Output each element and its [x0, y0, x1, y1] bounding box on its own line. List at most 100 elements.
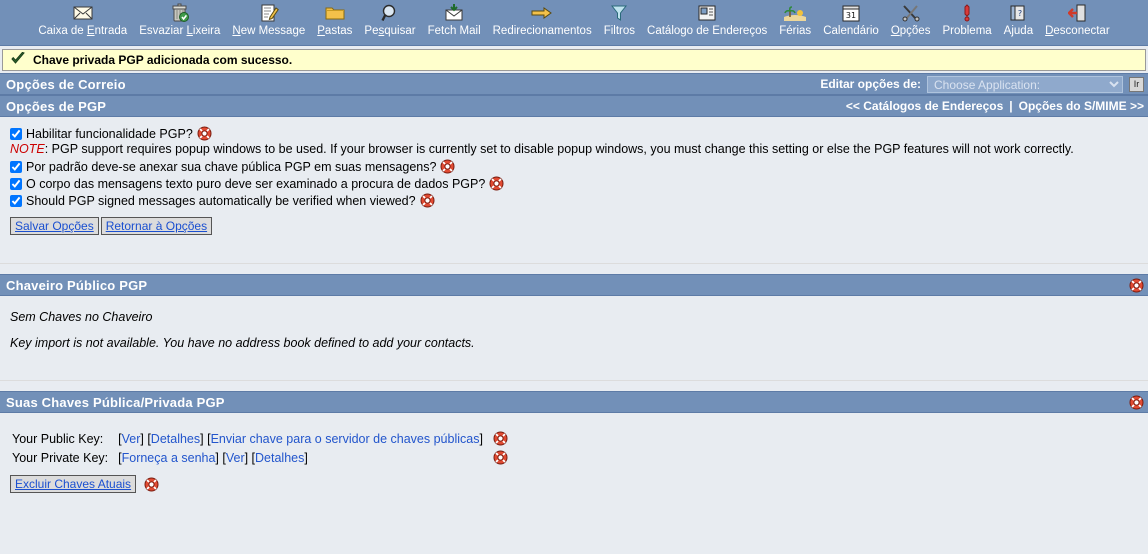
toolbar-item-new-message[interactable]: New Message: [226, 2, 311, 38]
main-toolbar: Caixa de Entrada Esvaziar Lixeira New Me…: [0, 0, 1148, 46]
option-scan-body[interactable]: O corpo das mensagens texto puro deve se…: [0, 175, 1148, 192]
no-keys-text: Sem Chaves no Chaveiro: [10, 310, 153, 324]
delete-keys-row: Excluir Chaves Atuais: [0, 467, 1148, 497]
public-key-links: [Ver] [Detalhes] [Enviar chave para o se…: [118, 431, 483, 446]
toolbar-label: Caixa de Entrada: [38, 25, 128, 37]
private-key-links: [Forneça a senha] [Ver] [Detalhes]: [118, 450, 308, 465]
option-label[interactable]: Habilitar funcionalidade PGP?: [26, 127, 193, 141]
help-icon[interactable]: [440, 159, 455, 174]
page-title: Opções de Correio: [6, 76, 126, 92]
help-icon[interactable]: [1129, 395, 1144, 410]
funnel-icon: [606, 2, 632, 24]
nav-link-smime-options[interactable]: Opções do S/MIME >>: [1019, 99, 1144, 113]
compose-icon: [256, 2, 282, 24]
help-icon[interactable]: [493, 431, 508, 446]
arrow-right-icon: [529, 2, 555, 24]
nav-link-address-books[interactable]: << Catálogos de Endereços: [846, 99, 1003, 113]
option-verify-signed[interactable]: Should PGP signed messages automatically…: [0, 192, 1148, 209]
private-key-view-link[interactable]: Ver: [226, 451, 245, 465]
toolbar-item-inbox[interactable]: Caixa de Entrada: [32, 2, 133, 38]
palm-beach-icon: [782, 2, 808, 24]
toolbar-label: Esvaziar Lixeira: [139, 25, 221, 37]
go-button[interactable]: Ir: [1129, 76, 1144, 92]
key-import-text: Key import is not available. You have no…: [10, 336, 475, 350]
toolbar-label: Calendário: [823, 25, 879, 37]
return-to-options-button[interactable]: Retornar à Opções: [100, 217, 213, 235]
toolbar-label: Problema: [942, 25, 992, 37]
envelope-icon: [70, 2, 96, 24]
private-key-details-link[interactable]: Detalhes: [255, 451, 304, 465]
toolbar-label: New Message: [232, 25, 306, 37]
pgp-note: NOTE: PGP support requires popup windows…: [0, 142, 1148, 158]
checkbox-scan-body[interactable]: [10, 177, 22, 190]
folder-icon: [322, 2, 348, 24]
section-title-pgp-options: Opções de PGP: [6, 98, 107, 114]
table-row: Your Public Key: [Ver] [Detalhes] [Envia…: [12, 429, 508, 448]
toolbar-label: Catálogo de Endereços: [647, 25, 768, 37]
option-attach-public-key[interactable]: Por padrão deve-se anexar sua chave públ…: [0, 158, 1148, 175]
toolbar-label: Férias: [779, 25, 812, 37]
help-icon[interactable]: [144, 477, 159, 492]
toolbar-item-vacation[interactable]: Férias: [773, 2, 817, 38]
keys-table: Your Public Key: [Ver] [Detalhes] [Envia…: [12, 429, 508, 467]
calendar-icon: 31: [838, 2, 864, 24]
toolbar-item-logout[interactable]: Desconectar: [1039, 2, 1116, 38]
option-label[interactable]: O corpo das mensagens texto puro deve se…: [26, 177, 485, 191]
toolbar-item-help[interactable]: ? Ajuda: [998, 2, 1039, 38]
note-text: : PGP support requires popup windows to …: [44, 142, 1074, 156]
checkbox-attach-public-key[interactable]: [10, 160, 22, 173]
toolbar-label: Redirecionamentos: [492, 25, 592, 37]
magnifier-icon: [377, 2, 403, 24]
public-key-help-cell: [483, 429, 508, 448]
success-notification: Chave privada PGP adicionada com sucesso…: [2, 49, 1146, 71]
pgp-options-panel: Habilitar funcionalidade PGP? NOTE: PGP …: [0, 117, 1148, 245]
nav-separator: |: [1009, 99, 1013, 113]
toolbar-item-calendar[interactable]: 31 Calendário: [817, 2, 885, 38]
public-key-details-link[interactable]: Detalhes: [151, 432, 200, 446]
public-key-view-link[interactable]: Ver: [122, 432, 141, 446]
exclamation-icon: [954, 2, 980, 24]
help-icon[interactable]: [493, 450, 508, 465]
toolbar-item-filters[interactable]: Filtros: [598, 2, 641, 38]
application-select[interactable]: Choose Application:: [927, 75, 1123, 93]
toolbar-item-empty-trash[interactable]: Esvaziar Lixeira: [133, 2, 226, 38]
logout-icon: [1064, 2, 1090, 24]
mail-options-header: Opções de Correio Editar opções de: Choo…: [0, 73, 1148, 95]
note-keyword: NOTE: [10, 142, 45, 156]
help-icon[interactable]: [197, 126, 212, 141]
toolbar-label: Pastas: [317, 25, 353, 37]
pgp-options-header: Opções de PGP << Catálogos de Endereços …: [0, 95, 1148, 117]
toolbar-item-address-book[interactable]: Catálogo de Endereços: [641, 2, 773, 38]
private-key-passphrase-link[interactable]: Forneça a senha: [122, 451, 216, 465]
toolbar-label: Filtros: [603, 25, 636, 37]
notification-text: Chave privada PGP adicionada com sucesso…: [33, 53, 293, 67]
public-key-send-to-server-link[interactable]: Enviar chave para o servidor de chaves p…: [211, 432, 480, 446]
section-divider-2: [0, 264, 1148, 274]
option-enable-pgp[interactable]: Habilitar funcionalidade PGP?: [0, 125, 1148, 142]
edit-options-label: Editar opções de:: [820, 77, 921, 91]
delete-current-keys-button[interactable]: Excluir Chaves Atuais: [10, 475, 137, 493]
help-icon[interactable]: [1129, 278, 1144, 293]
section-title-your-keys: Suas Chaves Pública/Privada PGP: [6, 394, 225, 410]
toolbar-label: Ajuda: [1003, 25, 1034, 37]
section-divider: [0, 245, 1148, 264]
checkbox-verify-signed[interactable]: [10, 194, 22, 207]
section-divider-3: [0, 362, 1148, 381]
option-label[interactable]: Por padrão deve-se anexar sua chave públ…: [26, 160, 436, 174]
toolbar-item-folders[interactable]: Pastas: [311, 2, 358, 38]
save-options-button[interactable]: Salvar Opções: [10, 217, 99, 235]
toolbar-item-search[interactable]: Pesquisar: [358, 2, 421, 38]
your-keys-header: Suas Chaves Pública/Privada PGP: [0, 391, 1148, 413]
your-keys-panel: Your Public Key: [Ver] [Detalhes] [Envia…: [0, 413, 1148, 503]
toolbar-item-forwards[interactable]: Redirecionamentos: [487, 2, 598, 38]
toolbar-item-problem[interactable]: Problema: [936, 2, 997, 38]
trash-icon: [167, 2, 193, 24]
public-keyring-header: Chaveiro Público PGP: [0, 274, 1148, 296]
toolbar-item-fetch-mail[interactable]: Fetch Mail: [422, 2, 487, 38]
option-label[interactable]: Should PGP signed messages automatically…: [26, 194, 416, 208]
help-icon[interactable]: [489, 176, 504, 191]
pgp-options-buttons: Salvar Opções Retornar à Opções: [0, 209, 1148, 239]
checkbox-enable-pgp[interactable]: [10, 127, 22, 140]
help-icon[interactable]: [420, 193, 435, 208]
toolbar-item-options[interactable]: Opções: [885, 2, 937, 38]
